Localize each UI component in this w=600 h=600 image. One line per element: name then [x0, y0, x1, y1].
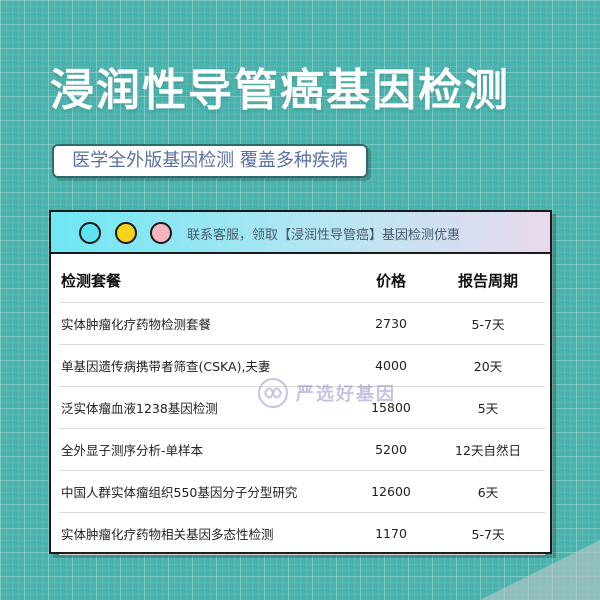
package-name: 实体肿瘤化疗药物检测套餐 [59, 302, 351, 345]
customer-service-notice[interactable]: 联系客服，领取【浸润性导管癌】基因检测优惠 [187, 224, 460, 243]
header-package: 检测套餐 [59, 258, 351, 303]
page-title: 浸润性导管癌基因检测 [50, 65, 510, 116]
price-card: 联系客服，领取【浸润性导管癌】基因检测优惠 检测套餐 价格 报告周期 实体肿瘤化… [49, 210, 552, 555]
package-period: 12天自然日 [431, 428, 545, 471]
package-period: 20天 [431, 344, 545, 387]
package-period: 5-7天 [431, 302, 545, 345]
package-price: 1170 [351, 512, 431, 555]
table-row[interactable]: 实体肿瘤化疗药物检测套餐 2730 5-7天 [59, 302, 545, 345]
package-price: 15800 [351, 386, 431, 429]
table-header-row: 检测套餐 价格 报告周期 [59, 258, 545, 303]
window-dot-pink [150, 222, 172, 244]
table-row[interactable]: 实体肿瘤化疗药物相关基因多态性检测 1170 5-7天 [59, 512, 545, 555]
package-name: 全外显子测序分析-单样本 [59, 428, 351, 471]
card-title-bar: 联系客服，领取【浸润性导管癌】基因检测优惠 [51, 212, 550, 254]
package-price: 5200 [351, 428, 431, 471]
package-period: 6天 [431, 470, 545, 513]
package-price: 12600 [351, 470, 431, 513]
table-row[interactable]: 单基因遗传病携带者筛查(CSKA),夫妻 4000 20天 [59, 344, 545, 387]
test-package-table: 检测套餐 价格 报告周期 实体肿瘤化疗药物检测套餐 2730 5-7天 单基因遗… [59, 258, 545, 555]
package-name: 实体肿瘤化疗药物相关基因多态性检测 [59, 512, 351, 555]
window-dot-yellow [115, 222, 137, 244]
subtitle-badge: 医学全外版基因检测 覆盖多种疾病 [52, 144, 368, 178]
package-period: 5天 [431, 386, 545, 429]
window-dot-cyan [79, 222, 101, 244]
package-name: 泛实体瘤血液1238基因检测 [59, 386, 351, 429]
package-name: 单基因遗传病携带者筛查(CSKA),夫妻 [59, 344, 351, 387]
package-price: 2730 [351, 302, 431, 345]
package-period: 5-7天 [431, 512, 545, 555]
package-price: 4000 [351, 344, 431, 387]
header-price: 价格 [351, 258, 431, 303]
package-name: 中国人群实体瘤组织550基因分子分型研究 [59, 470, 351, 513]
table-row[interactable]: 中国人群实体瘤组织550基因分子分型研究 12600 6天 [59, 470, 545, 513]
table-row[interactable]: 泛实体瘤血液1238基因检测 15800 5天 [59, 386, 545, 429]
header-period: 报告周期 [431, 258, 545, 303]
table-row[interactable]: 全外显子测序分析-单样本 5200 12天自然日 [59, 428, 545, 471]
